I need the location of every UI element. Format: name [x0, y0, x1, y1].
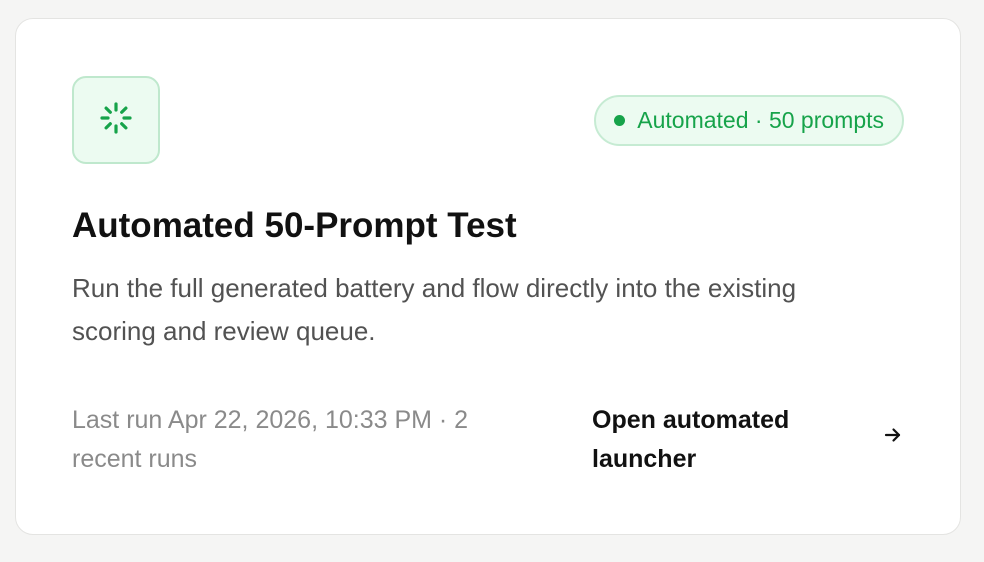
card-description: Run the full generated battery and flow …	[72, 273, 797, 346]
last-run-meta: Last run Apr 22, 2026, 10:33 PM · 2 rece…	[72, 406, 469, 473]
launcher-button-label: Open automated launcher	[592, 406, 790, 473]
arrow-right-icon	[884, 426, 902, 449]
automated-test-card: Automated · 50 prompts Automated 50-Prom…	[15, 18, 961, 535]
status-dot-icon	[614, 115, 626, 126]
card-icon-tile	[72, 76, 160, 164]
loading-spinner-icon	[99, 101, 133, 140]
status-badge: Automated · 50 prompts	[594, 95, 904, 146]
open-automated-launcher-button[interactable]: Open automated launcher	[592, 401, 910, 481]
status-badge-label: Automated · 50 prompts	[637, 107, 884, 133]
card-title: Automated 50-Prompt Test	[72, 206, 517, 245]
